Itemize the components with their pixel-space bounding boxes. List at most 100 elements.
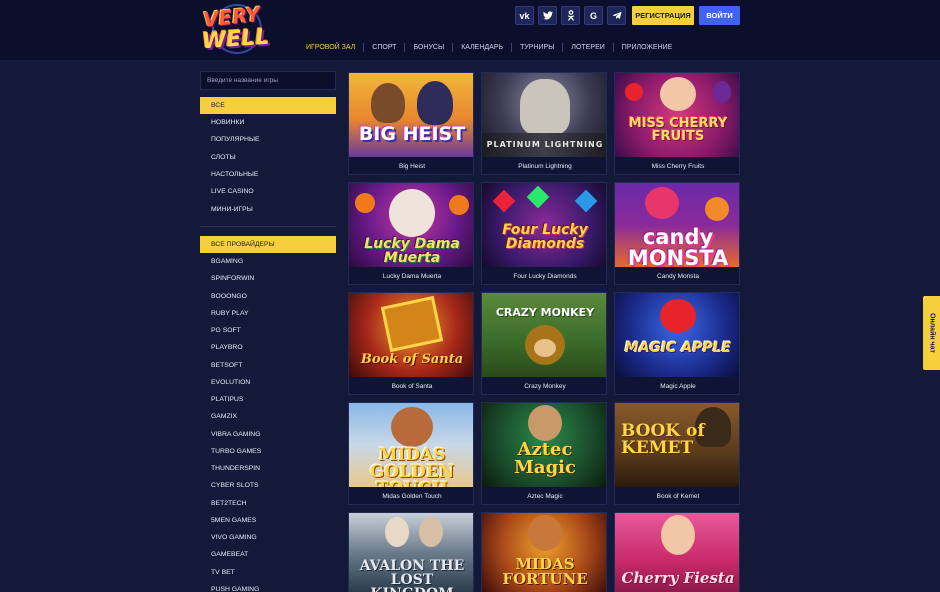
game-title: Crazy Monkey xyxy=(524,383,566,390)
game-logo-text: MISS CHERRY FRUITS xyxy=(628,116,728,144)
game-card-midas-golden-touch[interactable]: MIDAS GOLDEN TOUCH Midas Golden Touch xyxy=(348,402,474,505)
category-slots[interactable]: СЛОТЫ xyxy=(200,149,336,166)
character-shape xyxy=(371,83,405,123)
category-table[interactable]: НАСТОЛЬНЫЕ xyxy=(200,166,336,183)
provider-item[interactable]: BOOONGO xyxy=(200,288,336,305)
provider-item[interactable]: PUSH GAMING xyxy=(200,581,336,592)
provider-item[interactable]: PG SOFT xyxy=(200,322,336,339)
online-chat-label: Онлайн чат xyxy=(928,313,935,353)
character-shape xyxy=(661,515,695,555)
game-logo-text: Cherry Fiesta xyxy=(621,569,735,587)
nav-sport[interactable]: СПОРТ xyxy=(363,42,404,52)
provider-item[interactable]: EVOLUTION xyxy=(200,374,336,391)
provider-item[interactable]: BGAMING xyxy=(200,253,336,270)
game-thumbnail: Aztec Magic xyxy=(482,403,606,487)
provider-item[interactable]: BET2TECH xyxy=(200,495,336,512)
game-logo-text: Aztec Magic xyxy=(514,439,576,478)
game-card-lucky-dama-muerta[interactable]: Lucky Dama Muerta Lucky Dama Muerta xyxy=(348,182,474,285)
provider-item[interactable]: THUNDERSPIN xyxy=(200,460,336,477)
nav-lotteries[interactable]: ЛОТЕРЕИ xyxy=(562,42,612,52)
game-card-crazy-monkey[interactable]: CRAZY MONKEY Crazy Monkey xyxy=(481,292,607,395)
provider-item[interactable]: VIVO GAMING xyxy=(200,529,336,546)
game-card-book-of-santa[interactable]: Book of Santa Book of Santa xyxy=(348,292,474,395)
game-thumbnail: BIG HEIST xyxy=(349,73,473,157)
game-card-candy-monsta[interactable]: candy MONSTA Candy Monsta xyxy=(614,182,740,285)
telegram-icon[interactable] xyxy=(607,6,626,25)
game-logo-text: BIG HEIST xyxy=(358,123,466,145)
google-icon[interactable]: G xyxy=(584,6,603,25)
provider-item[interactable]: PLATIPUS xyxy=(200,391,336,408)
game-card-avalon[interactable]: AVALON THE LOST KINGDOM xyxy=(348,512,474,592)
character-shape xyxy=(389,189,435,237)
provider-item[interactable]: RUBY PLAY xyxy=(200,305,336,322)
vk-icon[interactable]: vk xyxy=(515,6,534,25)
pumpkin-shape xyxy=(705,197,729,221)
provider-item[interactable]: VIBRA GAMING xyxy=(200,426,336,443)
nav-game-hall[interactable]: ИГРОВОЙ ЗАЛ xyxy=(298,43,363,52)
provider-item[interactable]: SPINFORWIN xyxy=(200,270,336,287)
logo-text-well: WELL xyxy=(201,24,271,55)
book-shape xyxy=(380,295,444,353)
game-card-book-of-kemet[interactable]: BOOK of KEMET Book of Kemet xyxy=(614,402,740,505)
game-logo-text: candy MONSTA xyxy=(627,225,729,268)
game-logo-text: PLATINUM LIGHTNING xyxy=(486,140,604,149)
character-shape xyxy=(528,405,562,441)
odnoklassniki-icon[interactable] xyxy=(561,6,580,25)
monkey-face-shape xyxy=(534,339,556,357)
sidebar-divider xyxy=(200,226,336,227)
nav-calendar[interactable]: КАЛЕНДАРЬ xyxy=(452,42,511,52)
flower-shape xyxy=(449,195,469,215)
nav-bonuses[interactable]: БОНУСЫ xyxy=(404,42,452,52)
game-logo-text: BOOK of KEMET xyxy=(621,421,705,458)
site-logo[interactable]: VERY WELL xyxy=(200,2,270,57)
game-card-midas-fortune[interactable]: MIDAS FORTUNE xyxy=(481,512,607,592)
game-search-input[interactable] xyxy=(200,71,336,90)
telegram-glyph xyxy=(611,11,622,20)
provider-item[interactable]: GAMEBEAT xyxy=(200,546,336,563)
provider-all[interactable]: ВСЕ ПРОВАЙДЕРЫ xyxy=(200,236,336,253)
category-popular[interactable]: ПОПУЛЯРНЫЕ xyxy=(200,131,336,148)
provider-item[interactable]: 5MEN GAMES xyxy=(200,512,336,529)
game-thumbnail: Lucky Dama Muerta xyxy=(349,183,473,267)
diamond-shape xyxy=(492,189,516,213)
game-title: Big Heist xyxy=(398,163,425,170)
game-card-aztec-magic[interactable]: Aztec Magic Aztec Magic xyxy=(481,402,607,505)
category-all[interactable]: ВСЕ xyxy=(200,97,336,114)
provider-item[interactable]: PLAYBRO xyxy=(200,339,336,356)
vk-glyph: vk xyxy=(519,10,530,21)
google-glyph: G xyxy=(589,10,597,21)
game-title: Four Lucky Diamonds xyxy=(513,273,577,280)
game-card-platinum-lightning[interactable]: PLATINUM LIGHTNING Platinum Lightning xyxy=(481,72,607,175)
diamond-shape xyxy=(574,189,598,213)
game-title: Aztec Magic xyxy=(527,493,563,500)
provider-item[interactable]: GAMZIX xyxy=(200,408,336,425)
game-card-miss-cherry-fruits[interactable]: MISS CHERRY FRUITS Miss Cherry Fruits xyxy=(614,72,740,175)
diamond-shape xyxy=(526,185,550,209)
provider-item[interactable]: BETSOFT xyxy=(200,357,336,374)
game-thumbnail: CRAZY MONKEY xyxy=(482,293,606,377)
register-button[interactable]: РЕГИСТРАЦИЯ xyxy=(632,6,694,25)
category-live-casino[interactable]: LIVE CASINO xyxy=(200,183,336,200)
game-card-magic-apple[interactable]: MAGIC APPLE Magic Apple xyxy=(614,292,740,395)
login-button[interactable]: ВОЙТИ xyxy=(699,6,740,25)
twitter-icon[interactable] xyxy=(538,6,557,25)
provider-item[interactable]: CYBER SLOTS xyxy=(200,477,336,494)
category-new[interactable]: НОВИНКИ xyxy=(200,114,336,131)
online-chat-button[interactable]: Онлайн чат xyxy=(923,296,940,370)
nav-tournaments[interactable]: ТУРНИРЫ xyxy=(511,42,562,52)
game-thumbnail: Four Lucky Diamonds xyxy=(482,183,606,267)
provider-item[interactable]: TURBO GAMES xyxy=(200,443,336,460)
game-title: Book of Santa xyxy=(391,383,433,390)
game-title: Book of Kemet xyxy=(656,493,700,500)
nav-app[interactable]: ПРИЛОЖЕНИЕ xyxy=(612,42,681,52)
monster-shape xyxy=(645,187,679,219)
character-shape xyxy=(391,407,433,447)
provider-item[interactable]: TV BET xyxy=(200,564,336,581)
game-card-cherry-fiesta[interactable]: Cherry Fiesta xyxy=(614,512,740,592)
game-thumbnail: PLATINUM LIGHTNING xyxy=(482,73,606,157)
game-logo-text: CRAZY MONKEY xyxy=(495,306,595,319)
game-card-four-lucky-diamonds[interactable]: Four Lucky Diamonds Four Lucky Diamonds xyxy=(481,182,607,285)
category-mini-games[interactable]: МИНИ-ИГРЫ xyxy=(200,201,336,218)
game-card-big-heist[interactable]: BIG HEIST Big Heist xyxy=(348,72,474,175)
game-title: Lucky Dama Muerta xyxy=(382,273,442,280)
